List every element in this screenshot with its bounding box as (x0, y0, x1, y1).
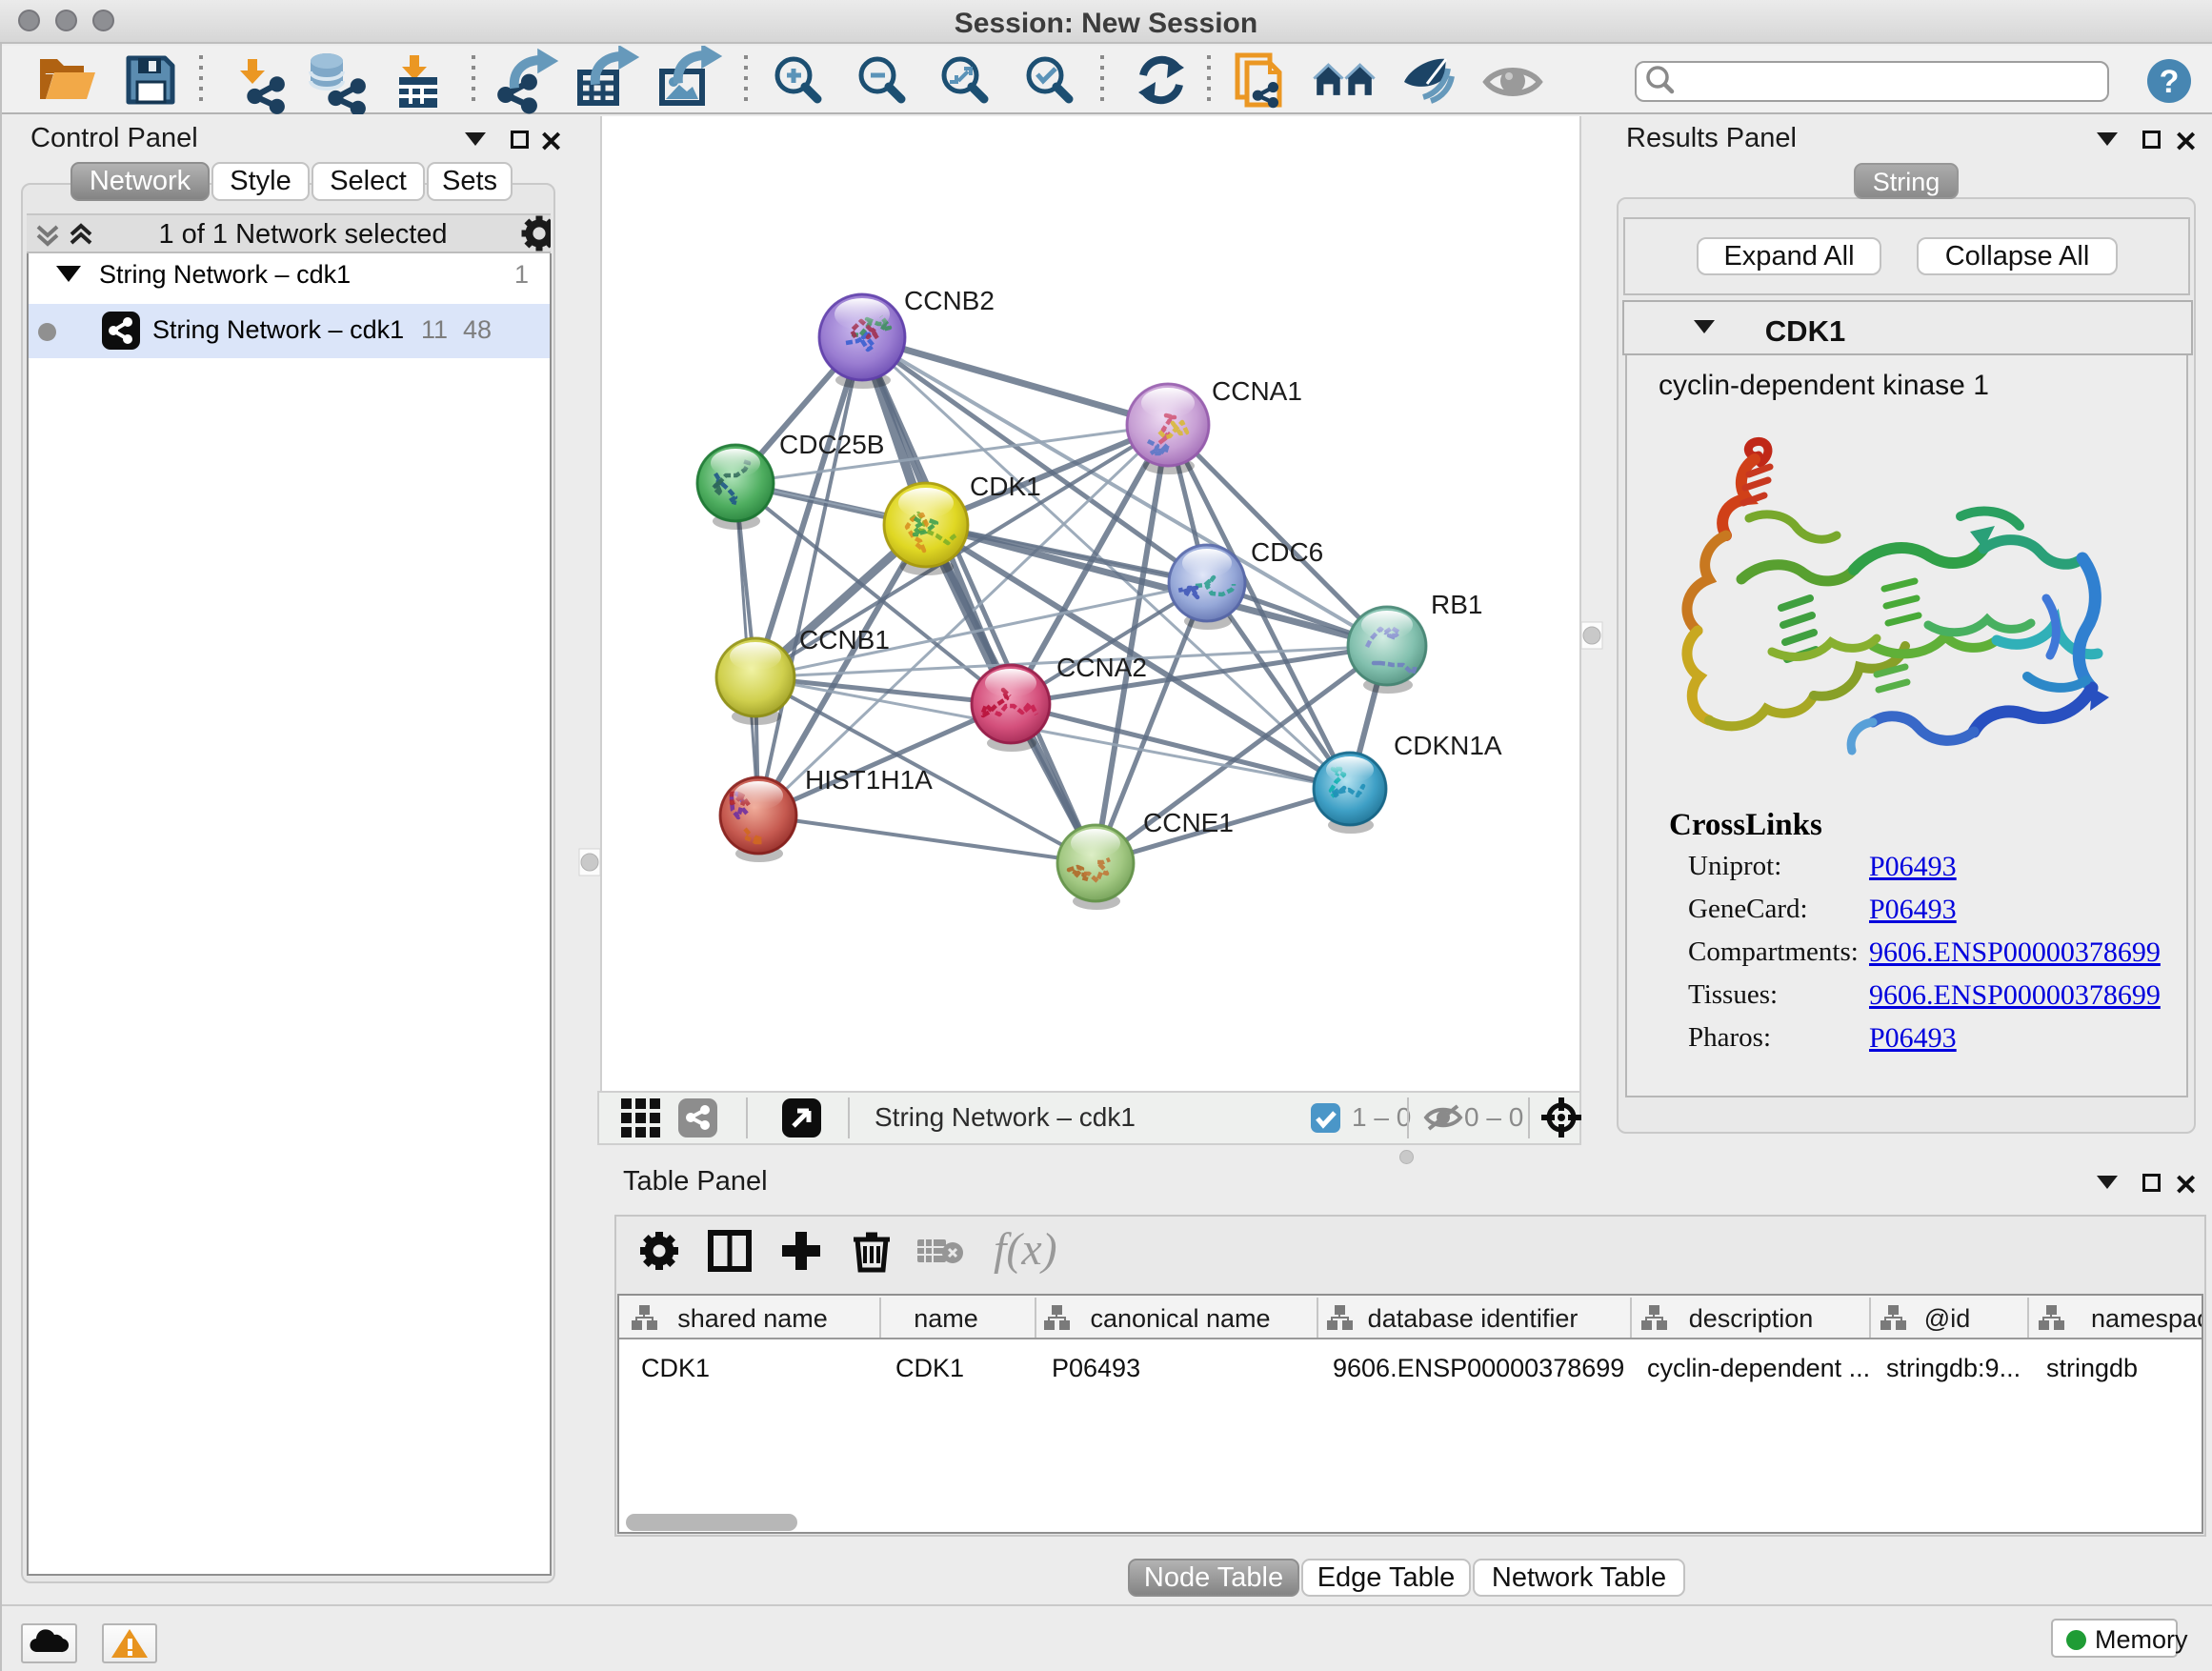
svg-text:HIST1H1A: HIST1H1A (805, 765, 933, 795)
svg-text:CDC25B: CDC25B (779, 430, 884, 459)
svg-text:0 – 0: 0 – 0 (1464, 1102, 1523, 1132)
svg-text:shared name: shared name (677, 1304, 828, 1333)
svg-text:1 of 1 Network selected: 1 of 1 Network selected (158, 219, 447, 250)
svg-text:name: name (914, 1304, 978, 1333)
svg-text:canonical name: canonical name (1090, 1304, 1270, 1333)
svg-text:description: description (1689, 1304, 1814, 1333)
svg-text:RB1: RB1 (1431, 590, 1482, 619)
svg-text:P06493: P06493 (1052, 1354, 1140, 1382)
svg-text:CDK1: CDK1 (895, 1354, 964, 1382)
svg-text:CCNE1: CCNE1 (1143, 808, 1234, 837)
svg-text:cyclin-dependent ...: cyclin-dependent ... (1647, 1354, 1870, 1382)
svg-text:CDK1: CDK1 (970, 472, 1041, 501)
svg-text:String Network – cdk1: String Network – cdk1 (875, 1102, 1136, 1132)
svg-text:CCNA2: CCNA2 (1056, 653, 1147, 682)
svg-text:namespac: namespac (2091, 1304, 2202, 1333)
svg-text:stringdb:9...: stringdb:9... (1886, 1354, 2021, 1382)
svg-text:1 – 0: 1 – 0 (1352, 1102, 1411, 1132)
svg-text:CCNB2: CCNB2 (904, 286, 995, 315)
svg-text:CDKN1A: CDKN1A (1394, 731, 1502, 760)
svg-text:?: ? (2160, 64, 2180, 100)
svg-text:CCNB1: CCNB1 (799, 625, 890, 654)
svg-text:@id: @id (1924, 1304, 1970, 1333)
svg-text:CDK1: CDK1 (641, 1354, 710, 1382)
svg-text:f(x): f(x) (994, 1224, 1057, 1275)
svg-text:CCNA1: CCNA1 (1212, 376, 1302, 406)
svg-text:CDC6: CDC6 (1251, 537, 1323, 567)
svg-text:9606.ENSP00000378699: 9606.ENSP00000378699 (1333, 1354, 1624, 1382)
svg-text:stringdb: stringdb (2046, 1354, 2138, 1382)
svg-text:database identifier: database identifier (1368, 1304, 1579, 1333)
